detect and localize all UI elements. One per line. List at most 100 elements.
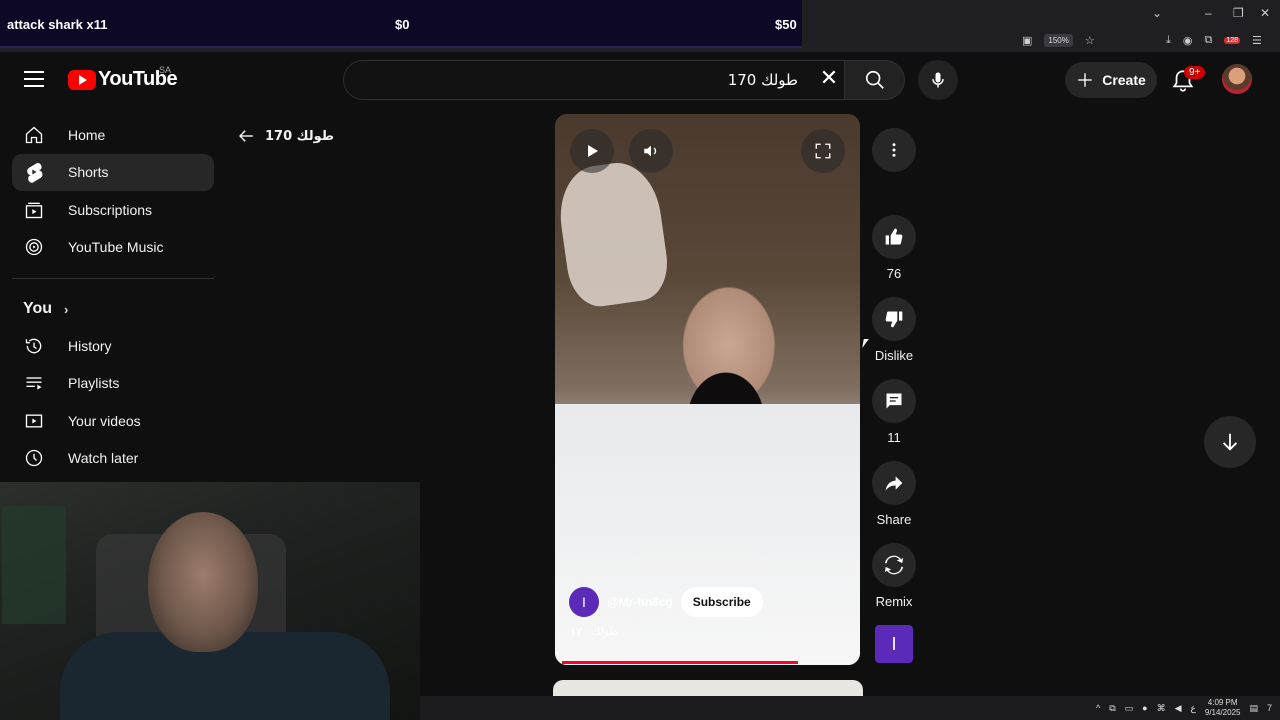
sidebar-item-watch-later[interactable]: Watch later bbox=[12, 440, 214, 478]
play-button[interactable] bbox=[570, 129, 614, 173]
watch-later-icon bbox=[24, 448, 44, 468]
comment-icon bbox=[886, 393, 902, 409]
back-arrow-icon[interactable] bbox=[237, 127, 255, 145]
back-row: طولك 170 bbox=[237, 127, 334, 145]
music-icon bbox=[24, 237, 44, 257]
notifications-badge: 9+ bbox=[1184, 66, 1206, 79]
reader-icon[interactable]: ▣ bbox=[1022, 34, 1032, 47]
tray-microphone-icon[interactable]: ● bbox=[1142, 703, 1147, 713]
tray-network-icon[interactable]: ⌘ bbox=[1157, 703, 1166, 714]
microphone-icon bbox=[932, 72, 944, 88]
sidebar-item-your-videos[interactable]: Your videos bbox=[12, 402, 214, 440]
fullscreen-button[interactable] bbox=[801, 129, 845, 173]
your-videos-icon bbox=[24, 411, 44, 431]
tray-notifications-icon[interactable]: ▤ bbox=[1249, 703, 1258, 714]
overlay-price-left: $0 bbox=[395, 17, 410, 32]
stream-overlay-bar: attack shark x11 $0 $50 bbox=[0, 0, 802, 48]
like-button[interactable] bbox=[872, 215, 916, 259]
share-button[interactable] bbox=[872, 461, 916, 505]
progress-fill bbox=[562, 661, 798, 664]
webcam-background-poster bbox=[2, 506, 66, 624]
tray-folder-icon[interactable]: ▭ bbox=[1125, 703, 1134, 714]
create-label: Create bbox=[1102, 72, 1146, 88]
tray-language[interactable]: ع bbox=[1191, 703, 1196, 714]
minimize-icon[interactable]: – bbox=[1205, 6, 1212, 20]
dislike-button[interactable] bbox=[872, 297, 916, 341]
search-button[interactable] bbox=[845, 60, 905, 100]
subscribe-button[interactable]: Subscribe bbox=[680, 587, 763, 617]
hamburger-menu-icon[interactable] bbox=[24, 71, 44, 87]
you-label: You bbox=[23, 300, 53, 317]
chevron-down-icon[interactable]: ⌄ bbox=[1152, 6, 1162, 20]
tray-window-icon[interactable]: ⧉ bbox=[1109, 703, 1115, 714]
download-icon[interactable]: ⤓ bbox=[1166, 34, 1171, 47]
sidebar-item-history[interactable]: History bbox=[12, 327, 214, 365]
channel-row: I @Mr-hn6cg Subscribe bbox=[569, 587, 763, 617]
mouse-cursor bbox=[862, 339, 869, 348]
next-short-button[interactable] bbox=[1204, 416, 1256, 468]
fullscreen-icon bbox=[815, 143, 831, 159]
restore-icon[interactable]: ❐ bbox=[1233, 6, 1244, 20]
sidebar-item-label: Shorts bbox=[68, 164, 109, 181]
country-code: SA bbox=[159, 65, 172, 75]
youtube-header: YouTube SA ✕ Create 9+ bbox=[0, 52, 1280, 108]
extension-badge[interactable]: 128 bbox=[1224, 36, 1241, 44]
toolbar-icons: ⤓ ◉ ⧉ 128 ☰ bbox=[1166, 32, 1262, 48]
sidebar-item-shorts[interactable]: Shorts bbox=[12, 153, 214, 191]
search-input[interactable] bbox=[358, 69, 798, 91]
account-icon[interactable]: ◉ bbox=[1183, 34, 1193, 47]
create-button[interactable]: Create bbox=[1065, 62, 1157, 98]
volume-icon bbox=[644, 145, 657, 157]
sidebar-item-youtube-music[interactable]: YouTube Music bbox=[12, 229, 214, 267]
home-icon bbox=[24, 125, 44, 145]
plus-icon bbox=[1078, 73, 1092, 87]
zoom-level[interactable]: 150% bbox=[1044, 33, 1073, 47]
chevron-right-icon: › bbox=[64, 301, 69, 317]
clear-search-icon[interactable]: ✕ bbox=[818, 67, 840, 90]
sidebar-item-home[interactable]: Home bbox=[12, 116, 214, 154]
tray-volume-icon[interactable]: ◀ bbox=[1175, 703, 1182, 714]
shorts-player[interactable]: I @Mr-hn6cg Subscribe طولك ١٧٠ bbox=[555, 114, 860, 665]
sidebar-item-label: History bbox=[68, 337, 112, 354]
comments-button[interactable] bbox=[872, 379, 916, 423]
sidebar-you-header[interactable]: You › bbox=[12, 291, 214, 327]
sidebar: Home Shorts Subscriptions YouTube Music … bbox=[12, 116, 214, 477]
sound-source-button[interactable]: I bbox=[875, 625, 913, 663]
close-window-icon[interactable]: ✕ bbox=[1260, 6, 1270, 20]
history-icon bbox=[24, 336, 44, 356]
tray-chevron-up-icon[interactable]: ^ bbox=[1096, 703, 1100, 713]
volume-button[interactable] bbox=[629, 129, 673, 173]
sidebar-item-label: Home bbox=[68, 126, 106, 143]
overlay-product: attack shark x11 bbox=[7, 17, 108, 32]
remix-button[interactable] bbox=[872, 543, 916, 587]
menu-icon[interactable]: ☰ bbox=[1252, 34, 1262, 47]
sidebar-item-label: Subscriptions bbox=[68, 201, 153, 218]
overlay-price-right: $50 bbox=[775, 17, 797, 32]
tray-date: 9/14/2025 bbox=[1204, 708, 1241, 717]
tray-clock[interactable]: 4:09 PM 9/14/2025 bbox=[1205, 698, 1241, 718]
playlists-icon bbox=[24, 373, 44, 393]
subscriptions-icon bbox=[24, 200, 44, 220]
more-options-button[interactable] bbox=[872, 128, 916, 172]
sidebar-divider bbox=[12, 278, 214, 279]
channel-initial: I bbox=[582, 594, 586, 610]
channel-handle[interactable]: @Mr-hn6cg bbox=[607, 595, 673, 609]
voice-search-button[interactable] bbox=[918, 60, 958, 100]
sidebar-item-playlists[interactable]: Playlists bbox=[12, 365, 214, 403]
sidebar-item-subscriptions[interactable]: Subscriptions bbox=[12, 191, 214, 229]
thumbs-down-icon bbox=[885, 311, 903, 328]
channel-avatar[interactable]: I bbox=[569, 587, 599, 617]
more-vert-icon bbox=[892, 143, 896, 157]
comment-count: 11 bbox=[887, 430, 901, 445]
bookmark-star-icon[interactable]: ☆ bbox=[1085, 34, 1095, 47]
youtube-play-icon bbox=[68, 69, 96, 90]
action-rail: 76 Dislike 11 Share Remix I bbox=[872, 128, 916, 663]
address-bar-icons: ▣ 150% ☆ bbox=[1022, 32, 1095, 48]
account-avatar[interactable] bbox=[1222, 64, 1252, 94]
search-box bbox=[343, 60, 845, 100]
sidebar-item-label: Watch later bbox=[68, 450, 139, 467]
short-title[interactable]: طولك ١٧٠ bbox=[570, 625, 618, 638]
play-icon bbox=[588, 145, 598, 157]
progress-bar[interactable] bbox=[562, 661, 853, 664]
extensions-icon[interactable]: ⧉ bbox=[1204, 34, 1212, 47]
